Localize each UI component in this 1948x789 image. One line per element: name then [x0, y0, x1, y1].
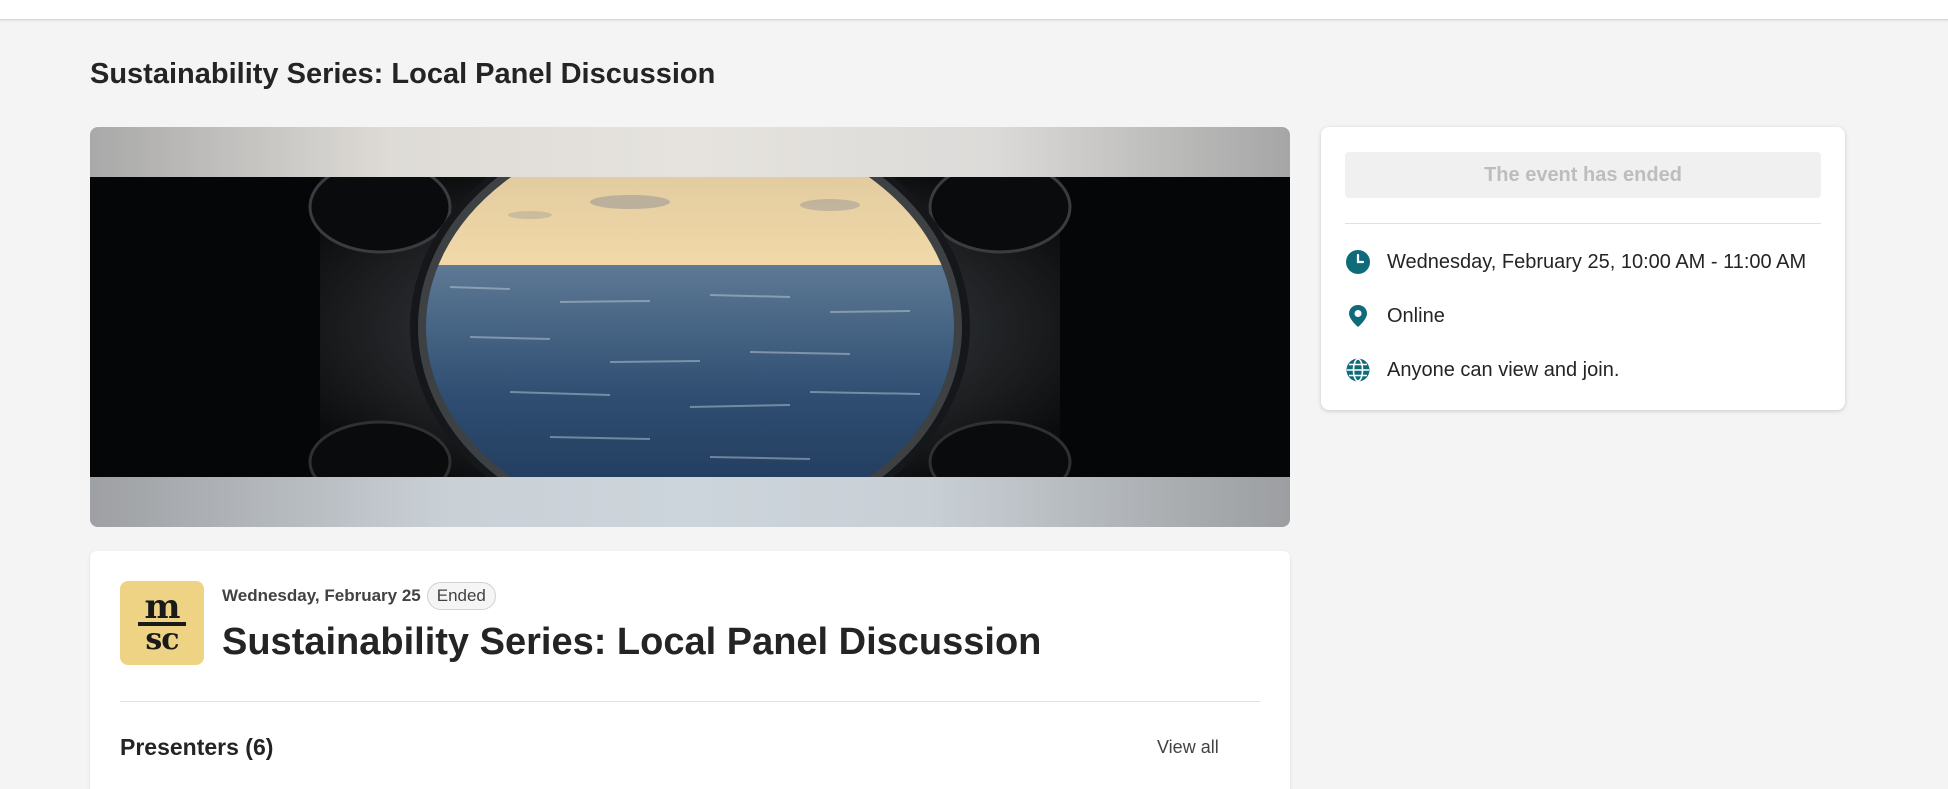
- event-location-text: Online: [1387, 304, 1445, 327]
- logo-text-bottom: sc: [145, 622, 179, 657]
- event-location-row: Online: [1345, 301, 1445, 331]
- globe-icon: [1345, 357, 1371, 383]
- event-title: Sustainability Series: Local Panel Discu…: [222, 621, 1042, 663]
- detail-divider: [120, 701, 1260, 702]
- event-detail-card: m sc Wednesday, February 25 Ended Sustai…: [90, 551, 1290, 789]
- location-pin-icon: [1345, 303, 1371, 329]
- top-bar: [0, 0, 1948, 20]
- event-visibility-text: Anyone can view and join.: [1387, 358, 1620, 381]
- event-date-line: Wednesday, February 25 Ended: [222, 581, 496, 611]
- event-visibility-row: Anyone can view and join.: [1345, 355, 1619, 385]
- event-date: Wednesday, February 25: [222, 586, 421, 605]
- status-badge: Ended: [426, 582, 496, 610]
- banner-fade: [90, 477, 1290, 527]
- event-time-row: Wednesday, February 25, 10:00 AM - 11:00…: [1345, 247, 1806, 277]
- view-all-presenters-link[interactable]: View all: [1157, 737, 1219, 758]
- logo-text-top: m: [144, 587, 181, 627]
- page-title: Sustainability Series: Local Panel Discu…: [90, 58, 716, 90]
- banner-image: [90, 177, 1290, 477]
- info-divider: [1345, 223, 1821, 224]
- presenters-heading: Presenters (6): [120, 734, 274, 760]
- event-ended-button[interactable]: The event has ended: [1345, 152, 1821, 198]
- event-banner: [90, 127, 1290, 527]
- organizer-logo: m sc: [120, 581, 204, 665]
- event-info-card: The event has ended Wednesday, February …: [1321, 127, 1845, 410]
- clock-icon: [1345, 249, 1371, 275]
- event-time-text: Wednesday, February 25, 10:00 AM - 11:00…: [1387, 250, 1807, 273]
